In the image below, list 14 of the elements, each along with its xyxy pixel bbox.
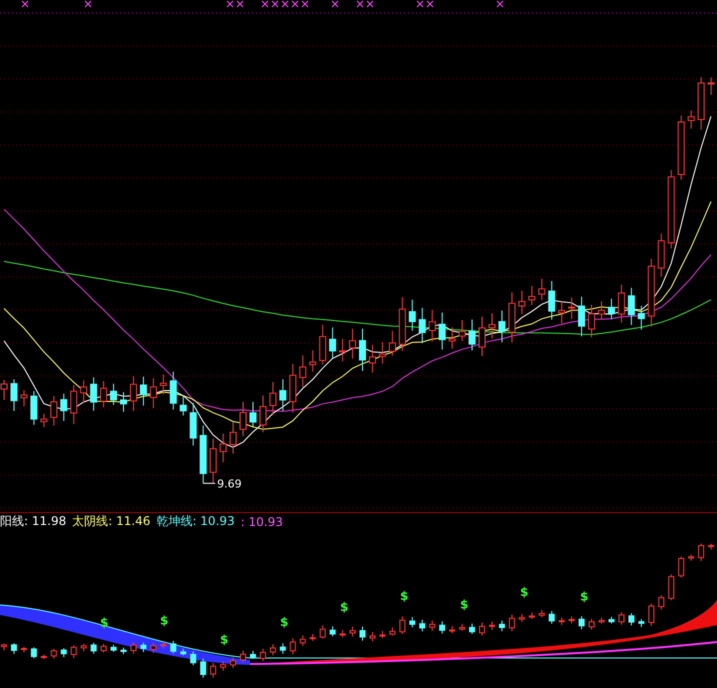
legend-entry: : 10.93: [240, 514, 283, 528]
signal-marker: $: [160, 614, 168, 628]
signal-marker: $: [340, 600, 348, 614]
signal-marker: $: [220, 632, 228, 646]
legend-entry: 乾坤线: 10.93: [156, 513, 235, 530]
signal-marker: $: [400, 589, 408, 604]
signal-marker: $: [520, 584, 528, 599]
low-price-label: 9.69: [217, 477, 242, 490]
legend-entry: 太阴线: 11.46: [72, 513, 150, 530]
legend-entry: 阳线: 11.98: [0, 513, 66, 530]
signal-marker: $: [580, 590, 588, 604]
leader-line: [202, 482, 216, 484]
signal-marker: $: [280, 615, 288, 629]
signal-marker: $: [460, 597, 468, 612]
